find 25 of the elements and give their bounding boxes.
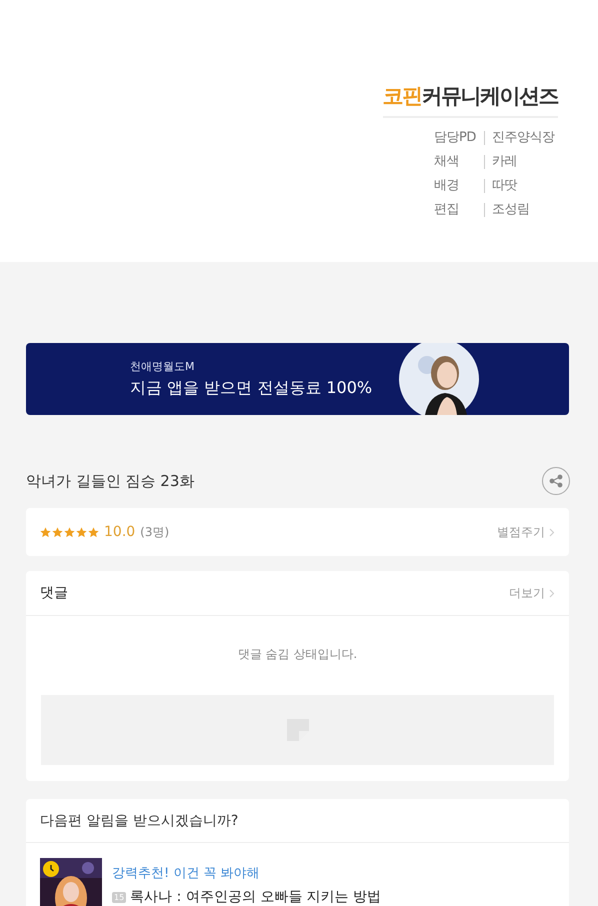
recommendation-tag: 강력추천! 이건 꼭 봐야해 (112, 864, 382, 882)
banner-headline: 지금 앱을 받으면 전설동료 100% (130, 378, 374, 399)
credit-role: 편집 (434, 201, 460, 219)
rating-score: 10.0 (104, 524, 136, 540)
episode-title: 악녀가 길들인 짐승 23화 (26, 472, 194, 490)
share-icon (549, 474, 563, 488)
hidden-comments-message: 댓글 숨김 상태입니다. (236, 646, 358, 663)
credit-name: 진주양식장 (484, 131, 554, 145)
chevron-icon (549, 588, 555, 598)
recommended-title[interactable]: 록사나 : 여주인공의 오빠들 지키는 방법 (130, 888, 382, 906)
credit-name: 따땃 (484, 179, 517, 193)
credit-name: 카레 (484, 155, 517, 169)
comments-title: 댓글 (40, 584, 68, 602)
ad-banner[interactable]: 천애명월도M 지금 앱을 받으면 전설동료 100% (26, 343, 569, 415)
credit-role: 배경 (434, 177, 460, 195)
share-button[interactable] (542, 467, 570, 495)
clock-icon (43, 861, 59, 877)
notification-question: 다음편 알림을 받으시겠습니까? (40, 812, 238, 830)
company-logo: 코핀커뮤니케이션즈 (382, 82, 558, 118)
credit-name: 조성림 (484, 203, 530, 217)
chevron-icon (549, 528, 555, 536)
banner-subtitle: 천애명월도M (130, 359, 196, 374)
rating-count: (3명) (140, 524, 170, 540)
credit-role: 채색 (434, 153, 460, 171)
credit-role: 담당PD (434, 129, 477, 147)
